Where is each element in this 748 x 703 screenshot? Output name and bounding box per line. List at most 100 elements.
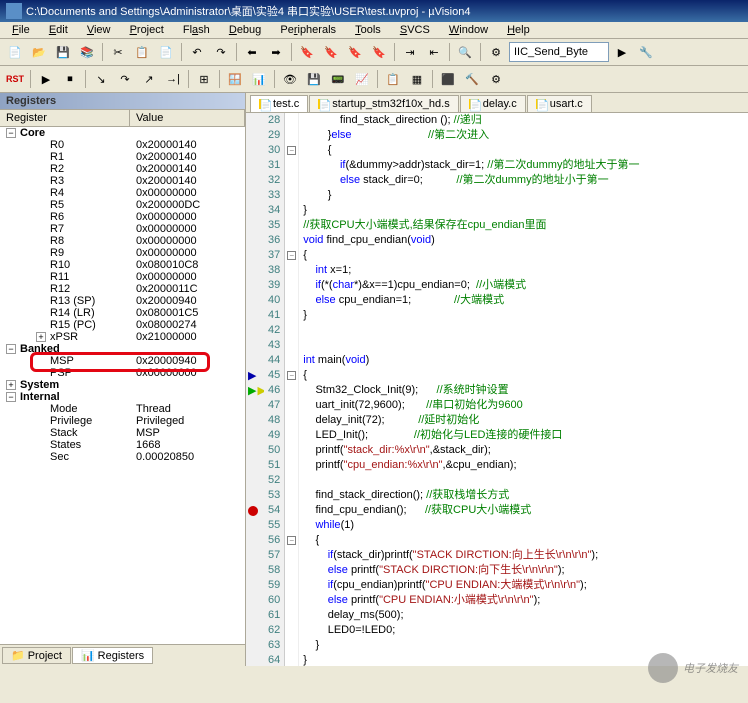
paste-button[interactable]: 📄 [155,41,177,63]
menu-debug[interactable]: Debug [221,22,269,38]
fold-column[interactable]: − − − − [285,113,299,666]
marker-column[interactable]: ▶▶▶ [246,113,264,666]
register-row[interactable]: R15 (PC)0x08000274 [0,319,245,331]
bookmark-prev-button[interactable]: 🔖 [320,41,342,63]
fold-icon[interactable]: − [287,536,296,545]
open-button[interactable]: 📂 [28,41,50,63]
indent-button[interactable]: ⇥ [399,41,421,63]
menu-tools[interactable]: Tools [347,22,389,38]
menu-peripherals[interactable]: Peripherals [272,22,344,38]
menu-help[interactable]: Help [499,22,538,38]
register-row[interactable]: R13 (SP)0x20000940 [0,295,245,307]
step-over-button[interactable]: ↷ [114,68,136,90]
expand-icon[interactable]: + [6,380,16,390]
header-value[interactable]: Value [130,110,245,126]
register-row[interactable]: R90x00000000 [0,247,245,259]
menu-view[interactable]: View [79,22,119,38]
outdent-button[interactable]: ⇤ [423,41,445,63]
copy-button[interactable]: 📋 [131,41,153,63]
register-row[interactable]: R20x20000140 [0,163,245,175]
code-content[interactable]: find_stack_direction (); //递归 }else //第二… [299,113,748,666]
editor-tab[interactable]: 📄test.c [250,95,308,112]
run-button[interactable]: ▶ [35,68,57,90]
tab-project[interactable]: 📁Project [2,647,71,664]
watch-button[interactable]: 👁 [279,68,301,90]
analyzer-button[interactable]: 📈 [351,68,373,90]
registers-button[interactable]: 📊 [248,68,270,90]
register-group[interactable]: −Internal [0,391,245,403]
header-register[interactable]: Register [0,110,130,126]
bookmark-next-button[interactable]: 🔖 [344,41,366,63]
cut-button[interactable]: ✂ [107,41,129,63]
nav-back-button[interactable]: ⬅ [241,41,263,63]
step-in-button[interactable]: ↘ [90,68,112,90]
register-row[interactable]: R10x20000140 [0,151,245,163]
menu-window[interactable]: Window [441,22,496,38]
redo-button[interactable]: ↷ [210,41,232,63]
register-row[interactable]: PrivilegePrivileged [0,415,245,427]
register-row[interactable]: R120x2000011C [0,283,245,295]
new-file-button[interactable]: 📄 [4,41,26,63]
menu-svcs[interactable]: SVCS [392,22,438,38]
register-row[interactable]: R100x080010C8 [0,259,245,271]
stop-button[interactable]: ⏹ [59,68,81,90]
bookmark-button[interactable]: 🔖 [296,41,318,63]
expand-icon[interactable]: − [6,344,16,354]
perf-button[interactable]: ⬛ [437,68,459,90]
toolbox-button[interactable]: 🔨 [461,68,483,90]
step-out-button[interactable]: ↗ [138,68,160,90]
register-row[interactable]: R110x00000000 [0,271,245,283]
function-combo[interactable]: IIC_Send_Byte [509,42,609,62]
undo-button[interactable]: ↶ [186,41,208,63]
register-row[interactable]: Sec0.00020850 [0,451,245,463]
register-row[interactable]: MSP0x20000940 [0,355,245,367]
register-row[interactable]: R80x00000000 [0,235,245,247]
register-row[interactable]: StackMSP [0,427,245,439]
fold-icon[interactable]: − [287,251,296,260]
show-disasm-button[interactable]: ⊞ [193,68,215,90]
editor-tab[interactable]: 📄delay.c [460,95,526,112]
bookmark-clear-button[interactable]: 🔖 [368,41,390,63]
save-all-button[interactable]: 📚 [76,41,98,63]
fold-icon[interactable]: − [287,146,296,155]
menu-flash[interactable]: Flash [175,22,218,38]
goto-button[interactable]: ▶ [611,41,633,63]
register-group[interactable]: −Banked [0,343,245,355]
registers-tree[interactable]: −CoreR00x20000140R10x20000140R20x2000014… [0,127,245,644]
register-row[interactable]: PSP0x00000000 [0,367,245,379]
expand-icon[interactable]: + [36,332,46,342]
code-area[interactable]: ▶▶▶ 282930313233343536373839404142434445… [246,112,748,666]
menu-file[interactable]: File [4,22,38,38]
register-row[interactable]: +xPSR0x21000000 [0,331,245,343]
fold-icon[interactable]: − [287,371,296,380]
trace-button[interactable]: 📋 [382,68,404,90]
register-row[interactable]: R40x00000000 [0,187,245,199]
register-row[interactable]: R30x20000140 [0,175,245,187]
reset-button[interactable]: RST [4,68,26,90]
register-group[interactable]: +System [0,379,245,391]
tab-registers[interactable]: 📊Registers [72,647,153,664]
expand-icon[interactable]: − [6,392,16,402]
menu-edit[interactable]: Edit [41,22,76,38]
window-button[interactable]: 🪟 [224,68,246,90]
register-row[interactable]: R60x00000000 [0,211,245,223]
register-group[interactable]: −Core [0,127,245,139]
nav-fwd-button[interactable]: ➡ [265,41,287,63]
find-button[interactable]: 🔍 [454,41,476,63]
save-button[interactable]: 💾 [52,41,74,63]
register-row[interactable]: States1668 [0,439,245,451]
register-row[interactable]: ModeThread [0,403,245,415]
breakpoint-icon[interactable] [248,506,258,516]
editor-tab[interactable]: 📄usart.c [527,95,592,112]
run-to-cursor-button[interactable]: →| [162,68,184,90]
expand-icon[interactable]: − [6,128,16,138]
serial-button[interactable]: 📟 [327,68,349,90]
register-row[interactable]: R50x200000DC [0,199,245,211]
register-row[interactable]: R70x00000000 [0,223,245,235]
config-button[interactable]: 🔧 [635,41,657,63]
editor-tab[interactable]: 📄startup_stm32f10x_hd.s [309,95,458,112]
menu-project[interactable]: Project [122,22,172,38]
coverage-button[interactable]: ▦ [406,68,428,90]
debug-config-icon[interactable]: ⚙ [485,41,507,63]
register-row[interactable]: R14 (LR)0x080001C5 [0,307,245,319]
